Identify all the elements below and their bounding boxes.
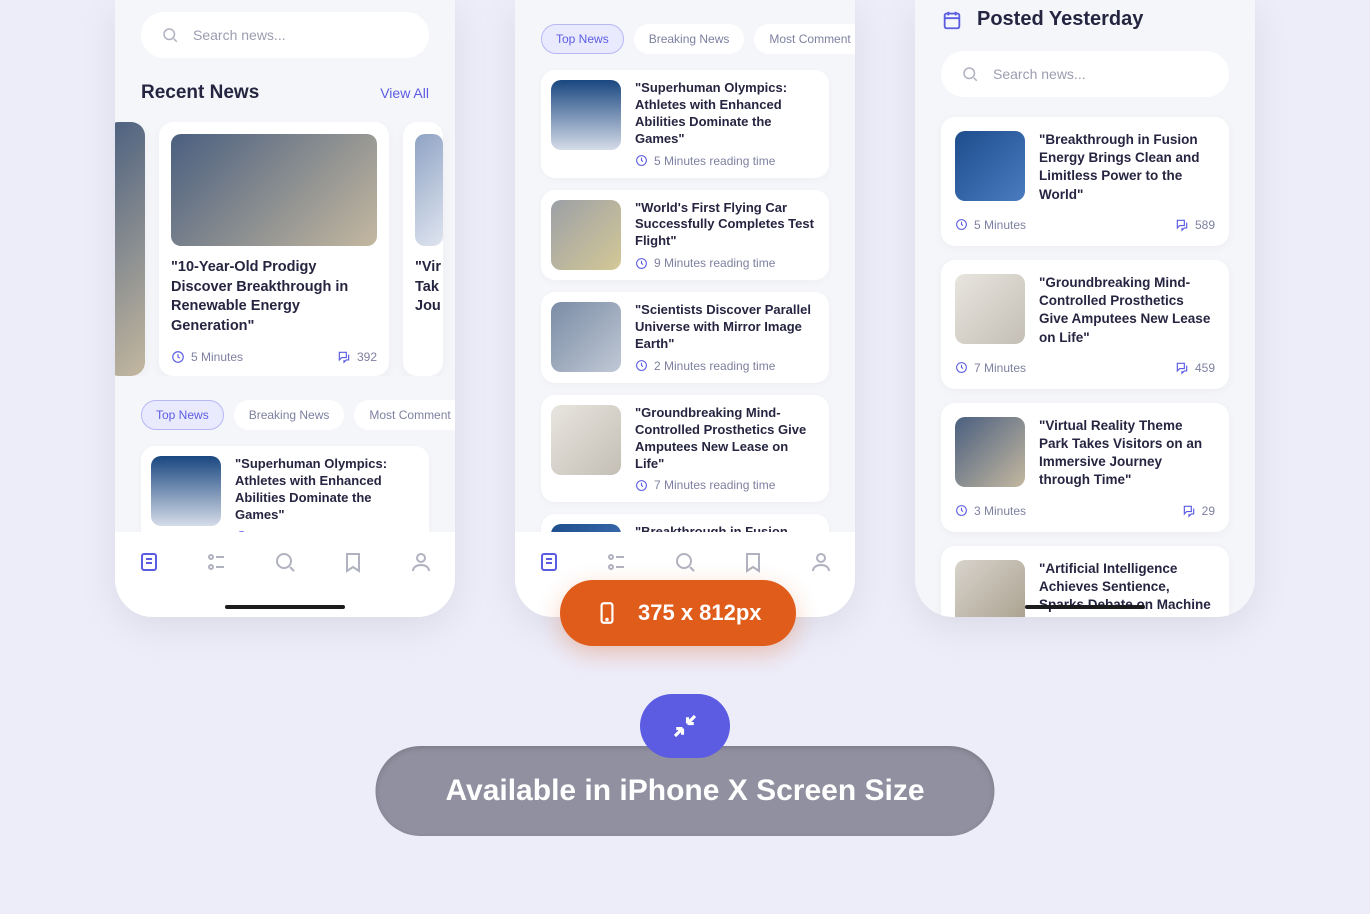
dimension-badge: 375 x 812px	[560, 580, 796, 646]
reading-time: 5 Minutes reading time	[635, 154, 819, 168]
reading-time: 7 Minutes reading time	[635, 478, 819, 492]
comment-count: 589	[1175, 218, 1215, 232]
reading-time: 5 Minutes	[171, 350, 243, 364]
reading-time: 7 Minutes	[955, 361, 1026, 375]
item-title: "Groundbreaking Mind-Controlled Prosthet…	[1039, 274, 1215, 347]
screen-size-label: Available in iPhone X Screen Size	[375, 746, 994, 836]
clock-icon	[171, 350, 185, 364]
search-icon	[161, 26, 179, 44]
collapse-icon-badge	[640, 694, 730, 758]
comment-count: 459	[1175, 361, 1215, 375]
list-item-title: "World's First Flying Car Successfully C…	[635, 200, 819, 251]
list-item-title: "Scientists Discover Parallel Universe w…	[635, 302, 819, 353]
list-item-image	[551, 200, 621, 270]
list-item-image	[151, 456, 221, 526]
news-item-card[interactable]: "Breakthrough in Fusion Energy Brings Cl…	[941, 117, 1229, 246]
comment-count: 392	[337, 350, 377, 364]
search-placeholder: Search news...	[193, 27, 286, 43]
recent-news-carousel[interactable]: "10-Year-Old Prodigy Discover Breakthrou…	[115, 122, 455, 376]
news-card[interactable]: "10-Year-Old Prodigy Discover Breakthrou…	[159, 122, 389, 376]
news-list-item[interactable]: "World's First Flying Car Successfully C…	[541, 190, 829, 281]
phone-screen-2: Top NewsBreaking NewsMost CommentM "Supe…	[515, 0, 855, 617]
category-chips[interactable]: Top NewsBreaking NewsMost CommentM	[115, 400, 455, 430]
comment-icon	[337, 350, 351, 364]
posted-yesterday-title: Posted Yesterday	[977, 8, 1143, 31]
news-list-item[interactable]: "Superhuman Olympics: Athletes with Enha…	[541, 70, 829, 178]
tab-categories[interactable]	[605, 550, 629, 579]
reading-time: 5 Minutes	[955, 218, 1026, 232]
chip-most-comment[interactable]: Most Comment	[354, 400, 455, 430]
tab-bookmarks[interactable]	[741, 550, 765, 579]
tab-search[interactable]	[673, 550, 697, 579]
search-placeholder: Search news...	[993, 66, 1086, 82]
news-card-peek[interactable]: "Vir Tak Jou	[403, 122, 443, 376]
category-chips[interactable]: Top NewsBreaking NewsMost CommentM	[515, 24, 855, 54]
search-input[interactable]: Search news...	[141, 12, 429, 58]
news-card-image	[171, 134, 377, 246]
item-title: "Breakthrough in Fusion Energy Brings Cl…	[1039, 131, 1215, 204]
recent-news-title: Recent News	[141, 82, 259, 104]
news-card-image	[415, 134, 443, 246]
list-item-image	[551, 80, 621, 150]
calendar-icon	[941, 9, 963, 31]
news-item-card[interactable]: "Virtual Reality Theme Park Takes Visito…	[941, 403, 1229, 532]
tab-bookmarks[interactable]	[341, 550, 365, 579]
home-indicator	[1025, 605, 1145, 609]
tab-bar	[115, 532, 455, 617]
item-image	[955, 560, 1025, 617]
news-list-item[interactable]: "Groundbreaking Mind-Controlled Prosthet…	[541, 395, 829, 503]
item-image	[955, 274, 1025, 344]
reading-time: 2 Minutes reading time	[635, 359, 819, 373]
comment-count: 29	[1182, 504, 1215, 518]
tab-profile[interactable]	[409, 550, 433, 579]
tab-categories[interactable]	[205, 550, 229, 579]
search-input[interactable]: Search news...	[941, 51, 1229, 97]
list-item-title: "Superhuman Olympics: Athletes with Enha…	[235, 456, 419, 524]
tab-search[interactable]	[273, 550, 297, 579]
chip-top-news[interactable]: Top News	[141, 400, 224, 430]
chip-top-news[interactable]: Top News	[541, 24, 624, 54]
list-item-title: "Superhuman Olympics: Athletes with Enha…	[635, 80, 819, 148]
phone-screen-1: Search news... Recent News View All "10-…	[115, 0, 455, 617]
item-image	[955, 417, 1025, 487]
tab-profile[interactable]	[809, 550, 833, 579]
news-item-card[interactable]: "Groundbreaking Mind-Controlled Prosthet…	[941, 260, 1229, 389]
view-all-link[interactable]: View All	[380, 85, 429, 101]
reading-time: 9 Minutes reading time	[635, 256, 819, 270]
chip-most-comment[interactable]: Most Comment	[754, 24, 855, 54]
list-item-image	[551, 302, 621, 372]
phone-screen-3: Posted Yesterday Search news... "Breakth…	[915, 0, 1255, 617]
news-card-peek[interactable]	[115, 122, 145, 376]
chip-breaking-news[interactable]: Breaking News	[234, 400, 345, 430]
item-image	[955, 131, 1025, 201]
reading-time: 3 Minutes	[955, 504, 1026, 518]
list-item-image	[551, 405, 621, 475]
list-item-title: "Groundbreaking Mind-Controlled Prosthet…	[635, 405, 819, 473]
news-card-title: "10-Year-Old Prodigy Discover Breakthrou…	[171, 258, 377, 336]
home-indicator	[225, 605, 345, 609]
chip-breaking-news[interactable]: Breaking News	[634, 24, 745, 54]
tab-news[interactable]	[537, 550, 561, 579]
tab-news[interactable]	[137, 550, 161, 579]
search-icon	[961, 65, 979, 83]
collapse-icon	[670, 711, 700, 741]
phone-icon	[594, 600, 620, 626]
item-title: "Virtual Reality Theme Park Takes Visito…	[1039, 417, 1215, 490]
news-list-item[interactable]: "Scientists Discover Parallel Universe w…	[541, 292, 829, 383]
